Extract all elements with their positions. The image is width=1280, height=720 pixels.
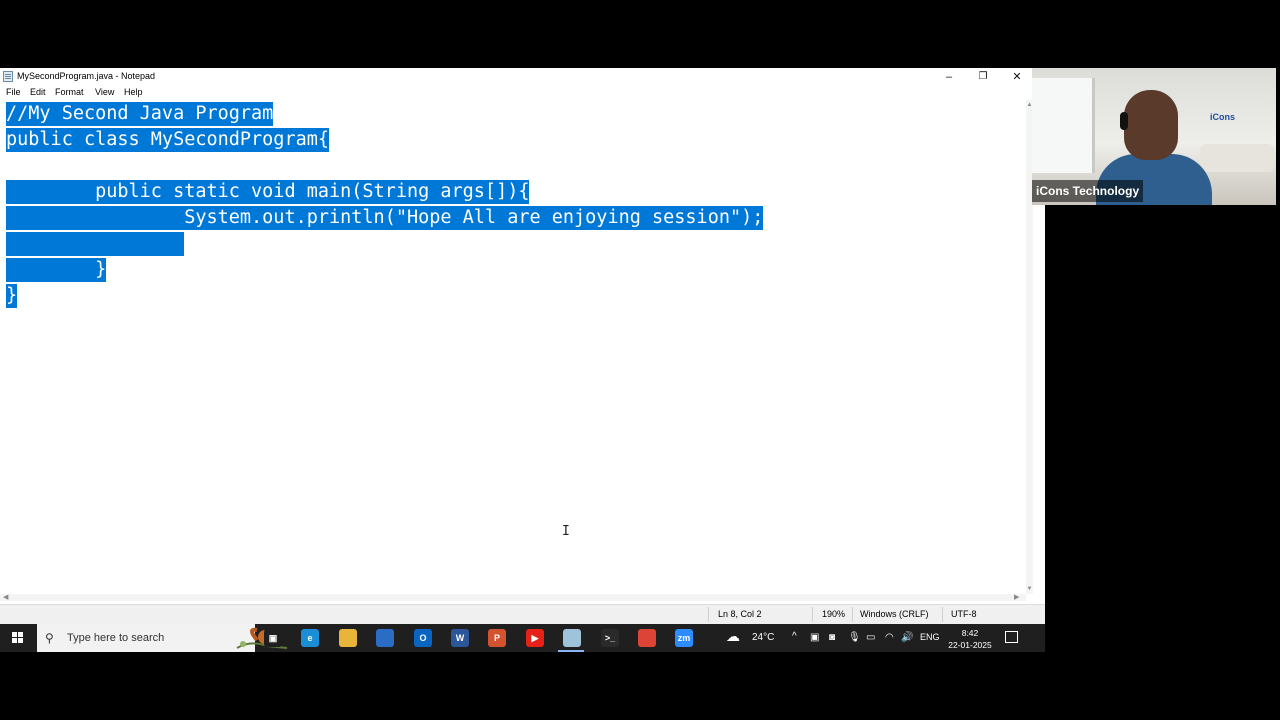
squirrel-search-highlight-icon bbox=[236, 627, 288, 649]
background-window bbox=[1032, 78, 1095, 173]
microphone-icon[interactable]: 🎙 bbox=[848, 632, 861, 643]
status-bar: Ln 8, Col 2 190% Windows (CRLF) UTF-8 bbox=[0, 604, 1045, 624]
search-icon: ⚲ bbox=[45, 631, 54, 645]
notepad-icon[interactable] bbox=[563, 629, 581, 647]
menu-bar: File Edit Format View Help bbox=[0, 85, 1032, 100]
menu-view[interactable]: View bbox=[95, 87, 114, 97]
search-placeholder: Type here to search bbox=[67, 632, 165, 644]
youtube-icon[interactable]: ▶ bbox=[526, 629, 544, 647]
store-icon[interactable] bbox=[376, 629, 394, 647]
edge-icon[interactable]: e bbox=[301, 629, 319, 647]
windows-logo-icon bbox=[12, 632, 24, 644]
restore-button[interactable]: ❐ bbox=[966, 68, 1000, 85]
presenter-head bbox=[1124, 90, 1178, 160]
code-line: } bbox=[6, 284, 18, 308]
minimize-button[interactable]: – bbox=[932, 68, 966, 85]
status-separator bbox=[812, 607, 813, 622]
status-separator bbox=[852, 607, 853, 622]
search-box[interactable]: ⚲ Type here to search bbox=[37, 624, 288, 652]
scroll-left-arrow-icon[interactable]: ◀ bbox=[3, 593, 8, 601]
close-button[interactable]: ✕ bbox=[1000, 68, 1034, 85]
code-line: //My Second Java Program bbox=[6, 102, 274, 126]
menu-help[interactable]: Help bbox=[124, 87, 143, 97]
volume-icon[interactable]: 🔊 bbox=[901, 632, 913, 643]
menu-file[interactable]: File bbox=[6, 87, 21, 97]
code-line: System.out.println("Hope All are enjoyin… bbox=[6, 206, 764, 230]
zoom-icon[interactable]: zm bbox=[675, 629, 693, 647]
zoom-level: 190% bbox=[822, 609, 846, 619]
menu-edit[interactable]: Edit bbox=[30, 87, 46, 97]
clock[interactable]: 8:42 22-01-2025 bbox=[946, 627, 994, 651]
active-app-indicator bbox=[558, 650, 584, 652]
status-separator bbox=[708, 607, 709, 622]
horizontal-scrollbar[interactable]: ◀ ▶ bbox=[0, 594, 1026, 601]
line-ending: Windows (CRLF) bbox=[860, 609, 929, 619]
weather-icon[interactable]: ☁ bbox=[726, 628, 740, 645]
wifi-icon[interactable]: ◠ bbox=[885, 632, 894, 643]
language-indicator[interactable]: ENG bbox=[920, 632, 940, 642]
text-editor[interactable]: //My Second Java Program public class My… bbox=[0, 100, 1026, 594]
participant-name-label: iCons Technology bbox=[1032, 180, 1144, 202]
encoding: UTF-8 bbox=[951, 609, 977, 619]
code-line bbox=[6, 232, 185, 256]
weather-temp[interactable]: 24°C bbox=[752, 632, 774, 643]
task-view-icon[interactable]: ▣ bbox=[264, 629, 282, 647]
notepad-titlebar[interactable]: MySecondProgram.java - Notepad – ❐ ✕ bbox=[0, 68, 1032, 85]
notification-center-icon[interactable] bbox=[1005, 631, 1018, 643]
ibeam-cursor-icon: I bbox=[562, 524, 570, 539]
chrome-icon[interactable] bbox=[638, 629, 656, 647]
outlook-icon[interactable]: O bbox=[414, 629, 432, 647]
tray-app-icon[interactable]: ◙ bbox=[829, 632, 835, 643]
word-icon[interactable]: W bbox=[451, 629, 469, 647]
clock-date: 22-01-2025 bbox=[948, 640, 992, 650]
background-sofa bbox=[1200, 144, 1274, 172]
scroll-right-arrow-icon[interactable]: ▶ bbox=[1014, 593, 1019, 601]
scroll-down-arrow-icon[interactable]: ▼ bbox=[1026, 586, 1033, 592]
start-button[interactable] bbox=[0, 624, 36, 652]
clock-time: 8:42 bbox=[961, 628, 979, 638]
taskbar: ⚲ Type here to search ▣ e O W P ▶ >_ zm ☁ 24°C … bbox=[0, 624, 1045, 652]
icons-logo: iCons bbox=[1210, 112, 1236, 122]
show-hidden-icons-icon[interactable]: ^ bbox=[792, 631, 797, 642]
code-line: public static void main(String args[]){ bbox=[6, 180, 530, 204]
file-explorer-icon[interactable] bbox=[339, 629, 357, 647]
headset-icon bbox=[1120, 112, 1128, 130]
window-title: MySecondProgram.java - Notepad bbox=[17, 71, 156, 81]
terminal-icon[interactable]: >_ bbox=[601, 629, 619, 647]
tray-app-icon[interactable]: ▣ bbox=[810, 632, 819, 643]
cursor-position: Ln 8, Col 2 bbox=[718, 609, 762, 619]
powerpoint-icon[interactable]: P bbox=[488, 629, 506, 647]
webcam-video-tile: iCons iCons Technology bbox=[1032, 68, 1276, 205]
status-separator bbox=[942, 607, 943, 622]
notepad-app-icon bbox=[3, 71, 13, 82]
code-line: public class MySecondProgram{ bbox=[6, 128, 330, 152]
battery-icon[interactable]: ▭ bbox=[866, 632, 875, 643]
code-line: } bbox=[6, 258, 107, 282]
desktop-screen: MySecondProgram.java - Notepad – ❐ ✕ Fil… bbox=[0, 68, 1045, 652]
menu-format[interactable]: Format bbox=[55, 87, 84, 97]
